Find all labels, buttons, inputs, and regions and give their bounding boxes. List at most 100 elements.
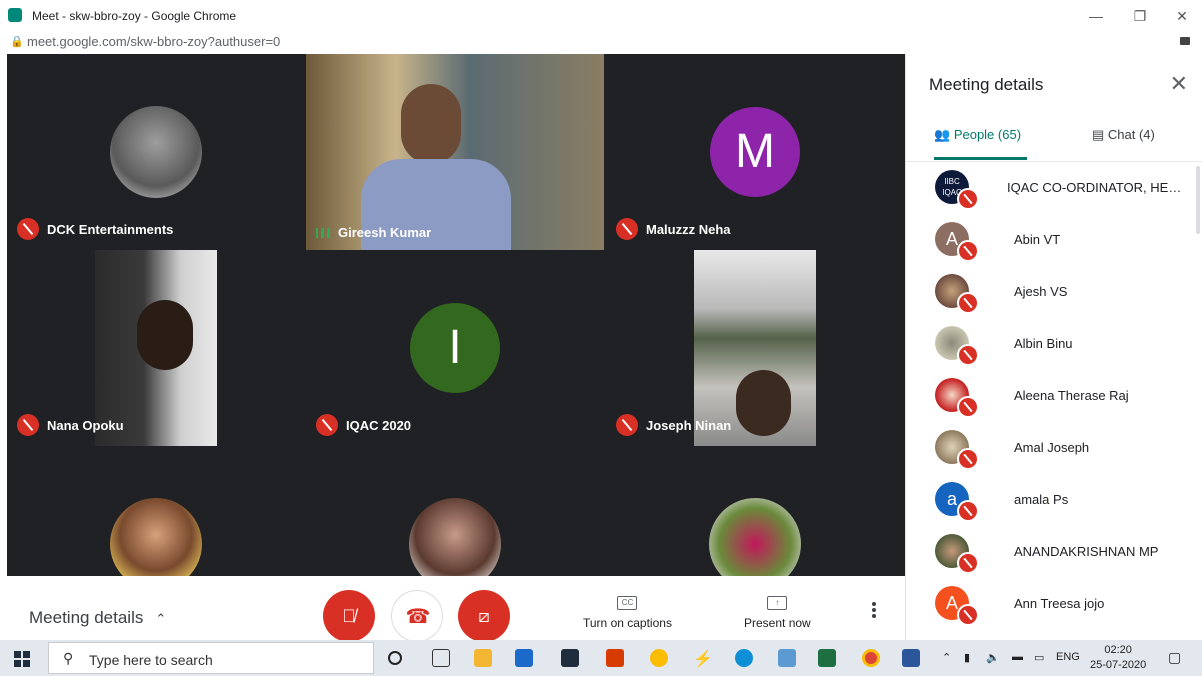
panel-title: Meeting details bbox=[929, 75, 1044, 94]
meeting-details-panel: Meeting details ✕ 👥 People (65) ▤ Chat (… bbox=[905, 54, 1202, 640]
volume-icon[interactable]: 🔈 bbox=[986, 651, 1000, 664]
participant-video-tile[interactable]: Joseph Ninan bbox=[606, 250, 904, 446]
participant-video-tile[interactable]: Gireesh Kumar bbox=[306, 54, 604, 250]
restore-button[interactable]: ❐ bbox=[1120, 4, 1160, 28]
word-icon[interactable] bbox=[902, 649, 920, 667]
meeting-details-toggle[interactable]: Meeting details ⌃ bbox=[29, 608, 166, 628]
participant-name: Maluzzz Neha bbox=[646, 221, 731, 237]
close-window-button[interactable]: ✕ bbox=[1162, 4, 1202, 28]
chevron-up-icon: ⌃ bbox=[155, 611, 167, 626]
more-options-icon[interactable] bbox=[872, 602, 876, 618]
list-item[interactable]: a amala Ps bbox=[906, 474, 1202, 526]
participant-tile[interactable] bbox=[606, 446, 904, 576]
minimize-button[interactable]: — bbox=[1076, 4, 1116, 28]
system-clock[interactable]: 02:20 25-07-2020 bbox=[1090, 643, 1146, 673]
list-item[interactable]: A Abin VT bbox=[906, 214, 1202, 266]
active-tab-indicator bbox=[934, 157, 1027, 160]
list-item[interactable]: Aleena Therase Raj bbox=[906, 370, 1202, 422]
video-feed-face bbox=[137, 300, 193, 370]
participant-tile[interactable]: M Maluzzz Neha bbox=[606, 54, 904, 250]
taskbar-search[interactable]: ⚲ Type here to search bbox=[48, 642, 374, 674]
list-item[interactable]: A Ann Treesa jojo bbox=[906, 578, 1202, 630]
video-grid: DCK Entertainments Gireesh Kumar M Maluz… bbox=[7, 54, 905, 576]
file-explorer-icon[interactable] bbox=[474, 649, 492, 667]
chrome-icon[interactable] bbox=[862, 649, 880, 667]
participant-tile[interactable]: DCK Entertainments bbox=[7, 54, 305, 250]
network-icon[interactable]: ▭ bbox=[1034, 651, 1044, 664]
present-now-button[interactable]: ↑ Present now bbox=[744, 596, 811, 630]
winamp-icon[interactable]: ⚡ bbox=[693, 649, 713, 668]
tab-chat[interactable]: ▤ Chat (4) bbox=[1092, 127, 1155, 143]
list-item[interactable]: Albin Binu bbox=[906, 318, 1202, 370]
notifications-icon[interactable]: ▢ bbox=[1168, 649, 1181, 666]
participant-name: Joseph Ninan bbox=[646, 417, 732, 433]
app-icon[interactable] bbox=[778, 649, 796, 667]
participant-tile[interactable] bbox=[306, 446, 604, 576]
meet-favicon-icon bbox=[8, 8, 22, 22]
usb-icon[interactable]: ▮ bbox=[964, 651, 970, 664]
participant-tile[interactable] bbox=[7, 446, 305, 576]
language-indicator[interactable]: ENG bbox=[1056, 651, 1080, 663]
battery-icon[interactable]: ▬ bbox=[1012, 651, 1023, 663]
list-item[interactable]: Amal Joseph bbox=[906, 422, 1202, 474]
mic-off-icon bbox=[957, 292, 979, 314]
mic-off-icon bbox=[957, 396, 979, 418]
mic-off-icon bbox=[957, 188, 979, 210]
mic-off-icon bbox=[957, 448, 979, 470]
mic-off-icon bbox=[957, 500, 979, 522]
window-title: Meet - skw-bbro-zoy - Google Chrome bbox=[32, 9, 237, 23]
mic-off-icon: 🎙̸ bbox=[342, 606, 356, 626]
close-panel-button[interactable]: ✕ bbox=[1170, 71, 1188, 97]
avatar: I bbox=[410, 303, 500, 393]
dropbox-icon[interactable] bbox=[561, 649, 579, 667]
participant-name: Albin Binu bbox=[1014, 336, 1073, 351]
mic-off-icon bbox=[17, 218, 39, 240]
search-icon: ⚲ bbox=[63, 650, 74, 666]
mail-icon[interactable] bbox=[515, 649, 533, 667]
panel-scrollbar[interactable] bbox=[1196, 166, 1200, 234]
chat-icon: ▤ bbox=[1092, 127, 1108, 142]
vlc-icon[interactable] bbox=[650, 649, 668, 667]
participant-name: Ann Treesa jojo bbox=[1014, 596, 1105, 611]
avatar bbox=[709, 498, 801, 576]
mic-off-icon bbox=[957, 552, 979, 574]
camera-in-use-icon[interactable] bbox=[1180, 37, 1190, 45]
edge-icon[interactable] bbox=[735, 649, 753, 667]
windows-taskbar: ⚲ Type here to search ⚡ ⌃ ▮ 🔈 ▬ ▭ ENG 02… bbox=[0, 640, 1202, 676]
call-controls-bar: Meeting details ⌃ 🎙̸ ☎ ⧄ CC Turn on capti… bbox=[7, 576, 905, 642]
list-item[interactable]: ANANDAKRISHNAN MP bbox=[906, 526, 1202, 578]
participant-name: DCK Entertainments bbox=[47, 221, 174, 237]
mic-off-icon bbox=[316, 414, 338, 436]
browser-titlebar: Meet - skw-bbro-zoy - Google Chrome — ❐ … bbox=[0, 0, 1202, 32]
list-item[interactable]: IIBCIQAC IQAC CO-ORDINATOR, HENRY ... bbox=[906, 162, 1202, 214]
mic-toggle-button[interactable]: 🎙̸ bbox=[323, 590, 375, 642]
captions-button[interactable]: CC Turn on captions bbox=[583, 596, 672, 630]
participant-video-tile[interactable]: Nana Opoku bbox=[7, 250, 305, 446]
participant-tile[interactable]: I IQAC 2020 bbox=[306, 250, 604, 446]
people-list: IIBCIQAC IQAC CO-ORDINATOR, HENRY ... A … bbox=[906, 161, 1202, 640]
hang-up-icon: ☎ bbox=[405, 606, 431, 628]
address-bar[interactable]: 🔒 meet.google.com/skw-bbro-zoy?authuser=… bbox=[0, 30, 1202, 54]
mic-off-icon bbox=[957, 344, 979, 366]
url-text[interactable]: meet.google.com/skw-bbro-zoy?authuser=0 bbox=[27, 34, 280, 49]
mic-off-icon bbox=[957, 240, 979, 262]
leave-call-button[interactable]: ☎ bbox=[391, 590, 443, 642]
avatar: M bbox=[710, 107, 800, 197]
list-item[interactable]: Ajesh VS bbox=[906, 266, 1202, 318]
tab-people[interactable]: 👥 People (65) bbox=[934, 127, 1021, 143]
participant-name: IQAC 2020 bbox=[346, 417, 412, 433]
avatar bbox=[110, 498, 202, 576]
participant-name: ANANDAKRISHNAN MP bbox=[1014, 544, 1159, 559]
search-placeholder: Type here to search bbox=[89, 652, 213, 668]
camera-toggle-button[interactable]: ⧄ bbox=[458, 590, 510, 642]
chevron-up-icon[interactable]: ⌃ bbox=[942, 651, 951, 664]
mic-off-icon bbox=[616, 414, 638, 436]
task-view-icon[interactable] bbox=[432, 649, 450, 667]
excel-icon[interactable] bbox=[818, 649, 836, 667]
avatar bbox=[110, 106, 202, 198]
cortana-icon[interactable] bbox=[388, 651, 402, 665]
office-icon[interactable] bbox=[606, 649, 624, 667]
mic-off-icon bbox=[17, 414, 39, 436]
windows-start-icon[interactable] bbox=[14, 651, 30, 667]
clock-time: 02:20 bbox=[1104, 644, 1132, 656]
